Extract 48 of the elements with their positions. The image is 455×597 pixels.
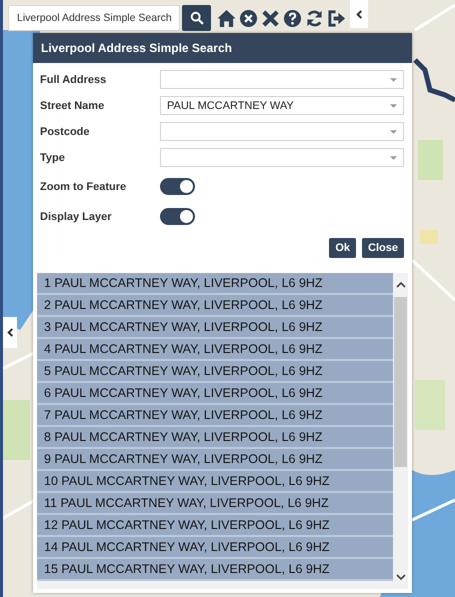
toggle-switch[interactable] bbox=[160, 208, 195, 225]
scroll-down-icon[interactable] bbox=[396, 574, 406, 580]
ok-button[interactable]: Ok bbox=[329, 238, 356, 258]
collapse-button[interactable] bbox=[350, 0, 368, 28]
field-label: Full Address bbox=[40, 74, 108, 86]
toggle-label: Zoom to Feature bbox=[40, 180, 128, 192]
close-button[interactable]: Close bbox=[362, 238, 404, 258]
result-item[interactable]: 1 PAUL MCCARTNEY WAY, LIVERPOOL, L6 9HZ bbox=[37, 273, 393, 295]
result-item[interactable]: 14 PAUL MCCARTNEY WAY, LIVERPOOL, L6 9HZ bbox=[37, 537, 393, 559]
dropdown-field[interactable]: PAUL MCCARTNEY WAY bbox=[160, 96, 404, 115]
close-icon[interactable] bbox=[261, 9, 280, 28]
dropdown-field[interactable] bbox=[160, 70, 404, 89]
result-item[interactable]: 3 PAUL MCCARTNEY WAY, LIVERPOOL, L6 9HZ bbox=[37, 317, 393, 339]
chevron-left-icon bbox=[6, 328, 14, 337]
home-icon[interactable] bbox=[217, 9, 236, 28]
dropdown-field[interactable] bbox=[160, 122, 404, 141]
caret-icon bbox=[390, 156, 397, 160]
result-item[interactable]: 12 PAUL MCCARTNEY WAY, LIVERPOOL, L6 9HZ bbox=[37, 515, 393, 537]
layer-select[interactable]: Liverpool Address Simple Search bbox=[8, 5, 180, 31]
chevron-left-icon bbox=[354, 10, 364, 18]
caret-icon bbox=[390, 104, 397, 108]
toggle-switch[interactable] bbox=[160, 178, 195, 195]
result-item[interactable]: 11 PAUL MCCARTNEY WAY, LIVERPOOL, L6 9HZ bbox=[37, 493, 393, 515]
search-button[interactable] bbox=[182, 5, 211, 31]
result-item[interactable]: 15 PAUL MCCARTNEY WAY, LIVERPOOL, L6 9HZ bbox=[37, 559, 393, 581]
caret-icon bbox=[390, 78, 397, 82]
scroll-up-icon[interactable] bbox=[396, 282, 406, 288]
expand-button[interactable] bbox=[3, 317, 17, 348]
result-item[interactable]: 7 PAUL MCCARTNEY WAY, LIVERPOOL, L6 9HZ bbox=[37, 405, 393, 427]
search-icon bbox=[190, 11, 204, 25]
caret-icon bbox=[390, 130, 397, 134]
result-item[interactable]: 4 PAUL MCCARTNEY WAY, LIVERPOOL, L6 9HZ bbox=[37, 339, 393, 361]
scrollbar-thumb[interactable] bbox=[394, 297, 407, 467]
field-label: Street Name bbox=[40, 100, 106, 112]
result-item[interactable]: 6 PAUL MCCARTNEY WAY, LIVERPOOL, L6 9HZ bbox=[37, 383, 393, 405]
dropdown-field[interactable] bbox=[160, 148, 404, 167]
panel-title: Liverpool Address Simple Search bbox=[33, 33, 412, 63]
result-item[interactable]: 8 PAUL MCCARTNEY WAY, LIVERPOOL, L6 9HZ bbox=[37, 427, 393, 449]
toggle-label: Display Layer bbox=[40, 210, 113, 222]
result-item[interactable]: 10 PAUL MCCARTNEY WAY, LIVERPOOL, L6 9HZ bbox=[37, 471, 393, 493]
result-item[interactable]: 5 PAUL MCCARTNEY WAY, LIVERPOOL, L6 9HZ bbox=[37, 361, 393, 383]
result-item[interactable]: 2 PAUL MCCARTNEY WAY, LIVERPOOL, L6 9HZ bbox=[37, 295, 393, 317]
exit-icon[interactable] bbox=[327, 9, 346, 28]
help-icon[interactable] bbox=[283, 9, 302, 28]
result-item[interactable]: 9 PAUL MCCARTNEY WAY, LIVERPOOL, L6 9HZ bbox=[37, 449, 393, 471]
field-label: Postcode bbox=[40, 126, 91, 138]
refresh-icon[interactable] bbox=[305, 9, 324, 28]
field-label: Type bbox=[40, 152, 66, 164]
